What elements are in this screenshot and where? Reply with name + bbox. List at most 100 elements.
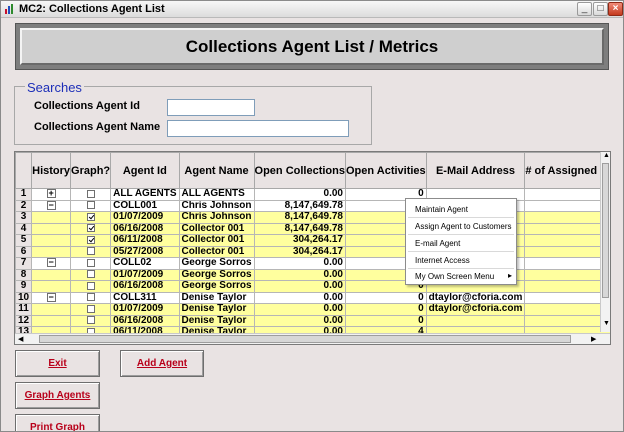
history-cell: − [31,199,72,212]
print-graph-button[interactable]: Print Graph [15,414,100,431]
column-header[interactable]: Open Activities [345,152,427,189]
graph-checkbox[interactable] [86,270,95,279]
menu-separator [408,234,514,235]
scroll-up-icon[interactable]: ▲ [603,152,610,159]
row-number: 10 [15,291,33,304]
row-number: 2 [15,199,33,212]
open-collections-cell: 0.00 [253,303,347,316]
collapse-icon[interactable]: − [46,292,56,302]
table-row[interactable]: 9 06/16/2008 George Sorros 0.00 0 [15,280,610,293]
graph-checkbox[interactable] [86,304,95,313]
banner-panel: Collections Agent List / Metrics [20,28,604,65]
graph-checkbox[interactable] [86,224,95,233]
menu-item-internet-access[interactable]: Internet Access [415,256,470,265]
scroll-left-icon[interactable]: ◀ [18,335,23,343]
menu-item-my-own-screen-menu[interactable]: My Own Screen Menu [415,272,494,281]
graph-cell [70,245,112,258]
add-agent-button[interactable]: Add Agent [120,350,204,377]
searches-panel: Searches Collections Agent Id Collection… [14,80,372,145]
agent-id-cell: COLL311 [110,291,180,304]
row-number: 5 [15,234,33,247]
menu-item-email-agent[interactable]: E-mail Agent [415,239,460,248]
column-header[interactable]: Graph? [70,152,112,189]
collapse-icon[interactable]: − [46,258,56,268]
graph-checkbox[interactable] [86,281,95,290]
maximize-button[interactable]: □ [593,2,608,16]
table-row[interactable]: 11 01/07/2009 Denise Taylor 0.00 0 dtaylor@cf… [15,303,610,316]
column-header[interactable]: E-Mail Address [425,152,526,189]
agent-id-cell: 06/16/2008 [110,280,180,293]
column-header[interactable] [15,152,33,189]
row-number: 12 [15,314,33,327]
column-header[interactable]: Agent Name [178,152,255,189]
table-header-row: History Graph? Agent Id Agent Name Open Coll… [15,152,610,189]
horizontal-scrollbar[interactable]: ◀ ▶ [15,333,610,344]
table-row[interactable]: 506/11/2008Collector 001304,264.172 [15,234,610,247]
table-row[interactable]: 406/16/2008Collector 0018,147,649.782 [15,222,610,235]
table-row[interactable]: 801/07/2009George Sorros0.000 [15,268,610,281]
history-cell [31,222,72,235]
graph-cell [70,234,112,247]
vertical-scroll-thumb[interactable] [602,163,609,298]
table-row[interactable]: 2−COLL001Chris Johnson8,147,649.782 [15,199,610,212]
agent-id-cell: COLL02 [110,257,180,270]
table-row[interactable]: 10 − COLL311 Denise Taylor 0.00 0 dtaylor@cfor… [15,291,610,304]
graph-cell [70,257,112,270]
table-body: 1 + ALL AGENTS ALL AGENTS 0.00 0 2− COLL001 Chri… [15,188,610,339]
graph-checkbox[interactable] [86,247,95,256]
graph-checkbox[interactable] [86,235,95,244]
exit-button[interactable]: Exit [15,350,100,377]
open-collections-cell: 304,264.17 [253,245,347,258]
table-row[interactable]: 605/27/2008Collector 001304,264.172 [15,245,610,258]
assigned-customers-cell [524,257,610,270]
agent-name-cell: Collector 001 [178,245,255,258]
column-header[interactable]: Agent Id [110,152,180,189]
row-number: 11 [15,303,33,316]
agent-id-cell: 06/16/2008 [110,222,180,235]
scroll-right-icon[interactable]: ▶ [591,335,596,343]
graph-checkbox[interactable] [86,212,95,221]
email-cell: dtaylor@cforia.com [425,303,526,316]
window-title: MC2: Collections Agent List [19,3,165,15]
minimize-button[interactable]: _ [577,2,592,16]
row-number: 4 [15,222,33,235]
row-number: 9 [15,280,33,293]
close-button[interactable]: × [608,2,623,16]
assigned-customers-cell [524,211,610,224]
scroll-down-icon[interactable]: ▼ [603,320,610,327]
agent-id-input[interactable] [167,99,255,116]
agent-name-label: Collections Agent Name [34,121,161,133]
agent-id-cell: COLL001 [110,199,180,212]
table-row[interactable]: 12 06/16/2008 Denise Taylor 0.00 0 [15,314,610,327]
expand-icon[interactable]: + [46,189,56,199]
horizontal-scroll-thumb[interactable] [39,335,571,343]
submenu-arrow-icon: ▸ [508,271,513,280]
menu-separator [408,268,514,269]
table-row[interactable]: 7−COLL02George Sorros0.000 [15,257,610,270]
collapse-icon[interactable]: − [46,200,56,210]
table-row[interactable]: 301/07/2009Chris Johnson8,147,649.782 [15,211,610,224]
assigned-customers-cell [524,245,610,258]
assigned-customers-cell [524,280,610,293]
vertical-scrollbar[interactable]: ▲ ▼ [600,152,610,332]
table-row[interactable]: 1 + ALL AGENTS ALL AGENTS 0.00 0 [15,188,610,201]
menu-item-maintain-agent[interactable]: Maintain Agent [415,205,468,214]
graph-checkbox[interactable] [86,316,95,325]
graph-agents-button[interactable]: Graph Agents [15,382,100,409]
graph-checkbox[interactable] [86,293,95,302]
column-header[interactable]: # of Assigned Custo [524,152,610,189]
menu-item-assign-agent[interactable]: Assign Agent to Customers [415,222,512,231]
graph-checkbox[interactable] [86,258,95,267]
agent-id-cell: ALL AGENTS [110,188,180,201]
graph-checkbox[interactable] [86,201,95,210]
column-header[interactable]: Open Collections [253,152,347,189]
agent-name-input[interactable] [167,120,349,137]
graph-checkbox[interactable] [86,189,95,198]
assigned-customers-cell [524,234,610,247]
row-number: 7 [15,257,33,270]
agent-id-cell: 05/27/2008 [110,245,180,258]
column-header[interactable]: History [31,152,72,189]
app-bar-chart-icon [5,4,13,14]
row-number: 3 [15,211,33,224]
history-cell [31,280,72,293]
